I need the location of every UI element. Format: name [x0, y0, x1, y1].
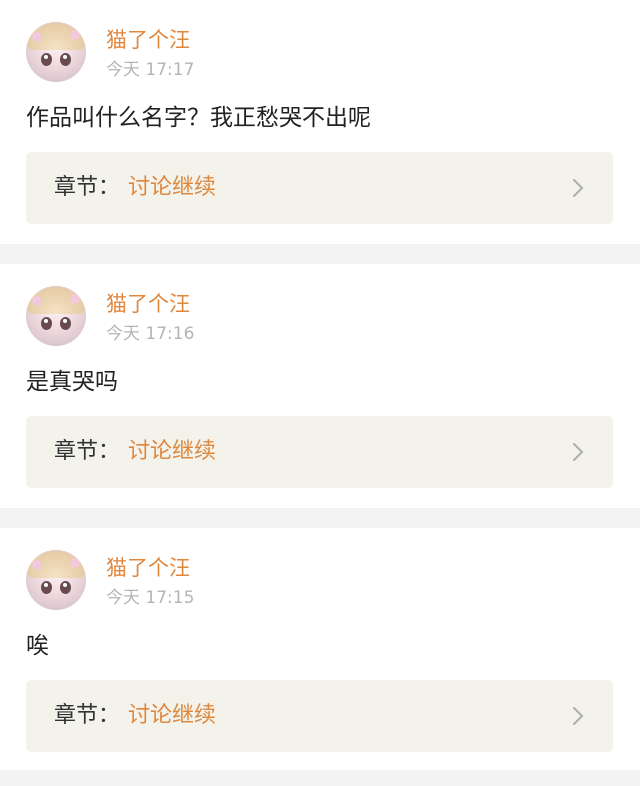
comment-text: 唉	[26, 633, 49, 659]
avatar-flower	[70, 30, 80, 40]
comment-card: 猫了个汪 今天 17:15 唉 章节： 讨论继续	[0, 528, 640, 770]
timestamp: 今天 17:17	[106, 60, 195, 80]
comment-card: 猫了个汪 今天 17:17 作品叫什么名字？我正愁哭不出呢 章节： 讨论继续	[0, 0, 640, 244]
avatar-eye	[60, 581, 71, 594]
chapter-link[interactable]: 章节： 讨论继续	[26, 416, 613, 488]
chapter-link[interactable]: 章节： 讨论继续	[26, 680, 613, 752]
avatar-eye	[41, 581, 52, 594]
timestamp: 今天 17:16	[106, 324, 195, 344]
avatar-flower	[32, 296, 42, 306]
chevron-right-icon	[572, 706, 584, 726]
avatar-flower	[70, 558, 80, 568]
avatar[interactable]	[26, 22, 86, 82]
chapter-label: 章节：	[54, 175, 121, 200]
comment-feed: 猫了个汪 今天 17:17 作品叫什么名字？我正愁哭不出呢 章节： 讨论继续 猫…	[0, 0, 640, 770]
avatar-flower	[70, 294, 80, 304]
username[interactable]: 猫了个汪	[106, 26, 190, 54]
chapter-label: 章节：	[54, 439, 121, 464]
comment-card: 猫了个汪 今天 17:16 是真哭吗 章节： 讨论继续	[0, 264, 640, 508]
avatar-eye	[41, 53, 52, 66]
avatar-flower	[32, 560, 42, 570]
timestamp: 今天 17:15	[106, 588, 195, 608]
avatar[interactable]	[26, 286, 86, 346]
chevron-right-icon	[572, 442, 584, 462]
chapter-link[interactable]: 章节： 讨论继续	[26, 152, 613, 224]
chapter-title: 讨论继续	[128, 439, 217, 464]
chapter-label: 章节：	[54, 703, 121, 728]
username[interactable]: 猫了个汪	[106, 290, 190, 318]
avatar[interactable]	[26, 550, 86, 610]
comment-text: 是真哭吗	[26, 369, 118, 395]
chapter-title: 讨论继续	[128, 175, 217, 200]
avatar-eye	[60, 53, 71, 66]
comment-text: 作品叫什么名字？我正愁哭不出呢	[26, 105, 371, 131]
avatar-eye	[41, 317, 52, 330]
avatar-flower	[32, 32, 42, 42]
chapter-title: 讨论继续	[128, 703, 217, 728]
chevron-right-icon	[572, 178, 584, 198]
username[interactable]: 猫了个汪	[106, 554, 190, 582]
avatar-eye	[60, 317, 71, 330]
